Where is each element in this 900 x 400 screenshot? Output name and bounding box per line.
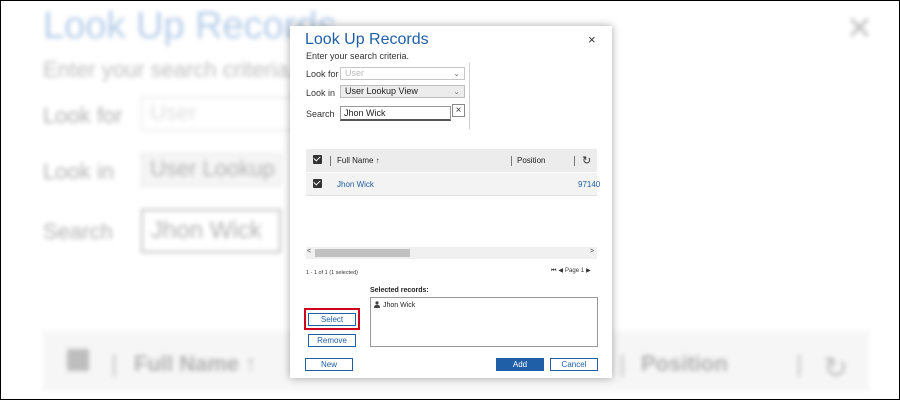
look-in-select[interactable]: User Lookup View ⌄ [340, 85, 465, 98]
row-number: 97140 [578, 180, 601, 189]
screenshot-frame: Look Up Records Enter your search criter… [0, 0, 900, 400]
bg-col-full-name: Full Name ↑ [134, 351, 257, 376]
look-for-select[interactable]: User ⌄ [340, 67, 465, 80]
pager: ⏮ ◀ Page 1 ▶ [551, 267, 593, 275]
results-grid: Full Name ↑ Position ↻ Jhon Wick 97140 <… [306, 149, 601, 282]
record-count-status: 1 - 1 of 1 (1 selected) [306, 270, 358, 276]
bg-search-field: Jhon Wick [141, 209, 281, 253]
search-input[interactable]: Jhon Wick [340, 106, 451, 121]
divider [469, 63, 470, 129]
grid-header: Full Name ↑ Position ↻ [306, 149, 597, 172]
scroll-left-icon[interactable]: < [307, 248, 311, 255]
bg-separator: | [619, 351, 626, 378]
bg-separator: | [111, 351, 118, 378]
look-in-value: User Lookup View [345, 86, 418, 96]
column-separator [511, 156, 512, 166]
column-header-full-name[interactable]: Full Name ↑ [337, 156, 380, 165]
selected-records-label: Selected records: [370, 287, 429, 294]
select-all-checkbox[interactable] [313, 155, 322, 164]
add-button[interactable]: Add [496, 358, 544, 371]
bg-look-in-label: Look in [43, 159, 114, 184]
clear-search-icon[interactable]: × [452, 104, 465, 117]
bg-checkbox-icon [67, 349, 89, 371]
scrollbar-thumb[interactable] [315, 249, 410, 257]
bg-col-position: Position [641, 351, 728, 376]
column-separator [574, 156, 575, 166]
row-checkbox[interactable] [313, 179, 322, 188]
bg-look-for-label: Look for [43, 103, 123, 128]
horizontal-scrollbar[interactable]: < > [306, 247, 597, 259]
bg-close-icon: ✕ [846, 10, 873, 46]
prev-page-icon[interactable]: ◀ [558, 268, 563, 274]
row-full-name[interactable]: Jhon Wick [337, 180, 374, 189]
bg-separator: | [796, 351, 803, 378]
look-for-placeholder: User [345, 68, 365, 78]
search-label: Search [306, 109, 335, 119]
selected-record-item[interactable]: Jhon Wick [374, 301, 415, 309]
next-page-icon[interactable]: ▶ [586, 268, 591, 274]
column-header-position[interactable]: Position [517, 156, 545, 165]
bg-refresh-icon: ↻ [823, 352, 849, 385]
close-icon[interactable]: × [588, 32, 596, 47]
select-button-highlight [304, 308, 360, 330]
user-icon [374, 301, 380, 308]
bg-search-label: Search [43, 219, 113, 244]
dialog-subtitle: Enter your search criteria. [306, 51, 410, 61]
table-row[interactable]: Jhon Wick 97140 [306, 173, 601, 196]
column-separator [330, 156, 331, 166]
first-page-icon[interactable]: ⏮ [551, 268, 556, 274]
selected-records-list[interactable]: Jhon Wick [370, 297, 598, 347]
remove-button[interactable]: Remove [308, 334, 356, 347]
new-button[interactable]: New [305, 358, 353, 371]
bg-look-in-field: User Lookup View [141, 153, 281, 187]
bg-look-for-field: User [141, 97, 301, 131]
selected-record-name: Jhon Wick [383, 302, 416, 309]
dialog-title: Look Up Records [305, 31, 429, 48]
look-in-label: Look in [306, 88, 336, 98]
page-label: Page 1 [565, 268, 585, 274]
refresh-icon[interactable]: ↻ [582, 154, 591, 167]
chevron-down-icon: ⌄ [453, 87, 460, 96]
scroll-right-icon[interactable]: > [590, 248, 594, 255]
look-for-label: Look for [306, 69, 339, 79]
cancel-button[interactable]: Cancel [550, 358, 598, 371]
chevron-down-icon: ⌄ [453, 69, 460, 78]
bg-subtitle: Enter your search criteria. [43, 57, 295, 82]
